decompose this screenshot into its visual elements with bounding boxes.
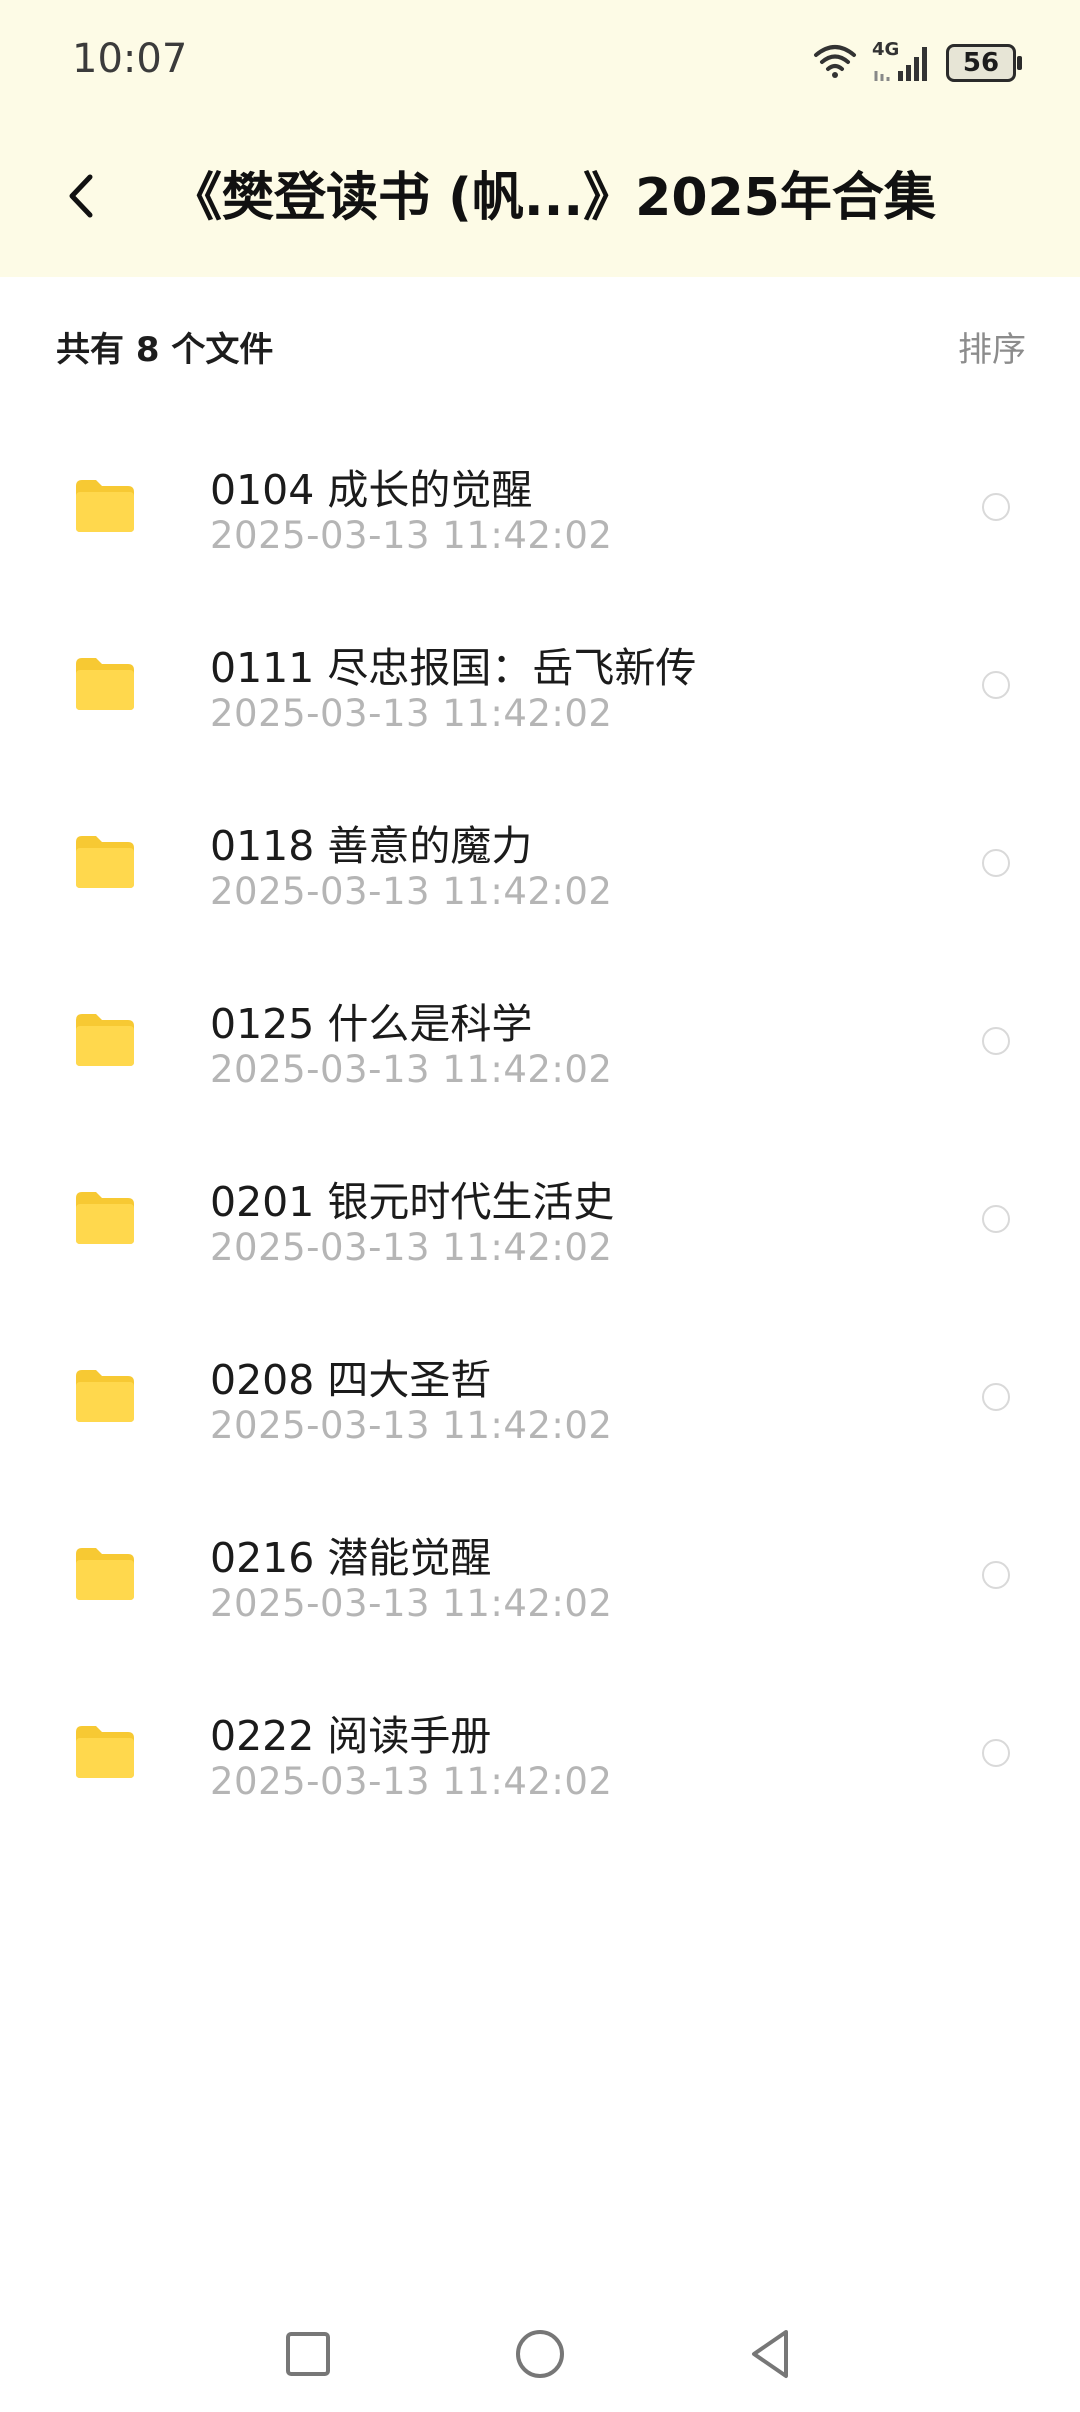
nav-recents-icon[interactable] — [278, 2324, 338, 2384]
file-row[interactable]: 0208 四大圣哲 2025-03-13 11:42:02 — [0, 1308, 1080, 1486]
back-arrow-icon — [66, 171, 96, 225]
folder-icon — [72, 654, 138, 712]
file-date: 2025-03-13 11:42:02 — [210, 1404, 613, 1447]
radio-circle-icon[interactable] — [982, 671, 1010, 699]
file-name: 0118 善意的魔力 — [210, 822, 533, 870]
file-row[interactable]: 0125 什么是科学 2025-03-13 11:42:02 — [0, 952, 1080, 1130]
page-title: 《樊登读书 (帆...》2025年合集 — [170, 168, 936, 228]
header: 《樊登读书 (帆...》2025年合集 — [0, 125, 1080, 277]
nav-home-icon[interactable] — [510, 2324, 570, 2384]
status-icons: 4G 56 — [812, 39, 1022, 86]
file-name: 0216 潜能觉醒 — [210, 1534, 492, 1582]
folder-icon — [72, 1366, 138, 1424]
file-date: 2025-03-13 11:42:02 — [210, 514, 613, 557]
file-row[interactable]: 0216 潜能觉醒 2025-03-13 11:42:02 — [0, 1486, 1080, 1664]
radio-circle-icon[interactable] — [982, 1739, 1010, 1767]
radio-circle-icon[interactable] — [982, 1383, 1010, 1411]
folder-icon — [72, 1010, 138, 1068]
file-row[interactable]: 0118 善意的魔力 2025-03-13 11:42:02 — [0, 774, 1080, 952]
file-row[interactable]: 0104 成长的觉醒 2025-03-13 11:42:02 — [0, 418, 1080, 596]
file-count-label: 共有 8 个文件 — [56, 330, 274, 370]
file-name: 0111 尽忠报国：岳飞新传 — [210, 644, 697, 692]
sort-button[interactable]: 排序 — [958, 322, 1026, 371]
file-list: 0104 成长的觉醒 2025-03-13 11:42:02 0111 尽忠报国… — [0, 418, 1080, 1842]
folder-icon — [72, 1544, 138, 1602]
status-time: 10:07 — [72, 36, 188, 82]
signal-icon: 4G — [872, 39, 932, 85]
file-date: 2025-03-13 11:42:02 — [210, 870, 613, 913]
file-name: 0125 什么是科学 — [210, 1000, 533, 1048]
folder-icon — [72, 1722, 138, 1780]
folder-icon — [72, 476, 138, 534]
file-date: 2025-03-13 11:42:02 — [210, 1048, 613, 1091]
radio-circle-icon[interactable] — [982, 493, 1010, 521]
file-row[interactable]: 0201 银元时代生活史 2025-03-13 11:42:02 — [0, 1130, 1080, 1308]
back-button[interactable] — [46, 163, 116, 233]
file-row[interactable]: 0111 尽忠报国：岳飞新传 2025-03-13 11:42:02 — [0, 596, 1080, 774]
file-name: 0222 阅读手册 — [210, 1712, 492, 1760]
radio-circle-icon[interactable] — [982, 1027, 1010, 1055]
file-name: 0104 成长的觉醒 — [210, 466, 533, 514]
radio-circle-icon[interactable] — [982, 1561, 1010, 1589]
wifi-icon — [812, 43, 858, 83]
file-row[interactable]: 0222 阅读手册 2025-03-13 11:42:02 — [0, 1664, 1080, 1842]
radio-circle-icon[interactable] — [982, 1205, 1010, 1233]
file-date: 2025-03-13 11:42:02 — [210, 1760, 613, 1803]
file-name: 0208 四大圣哲 — [210, 1356, 492, 1404]
battery-level: 56 — [962, 48, 1000, 78]
nav-back-icon[interactable] — [740, 2324, 800, 2384]
navigation-bar — [0, 2290, 1080, 2412]
file-name: 0201 银元时代生活史 — [210, 1178, 615, 1226]
status-bar: 10:07 4G 56 — [0, 0, 1080, 125]
folder-icon — [72, 832, 138, 890]
file-date: 2025-03-13 11:42:02 — [210, 1226, 613, 1269]
folder-icon — [72, 1188, 138, 1246]
file-date: 2025-03-13 11:42:02 — [210, 692, 613, 735]
battery-icon: 56 — [946, 44, 1022, 82]
radio-circle-icon[interactable] — [982, 849, 1010, 877]
file-date: 2025-03-13 11:42:02 — [210, 1582, 613, 1625]
